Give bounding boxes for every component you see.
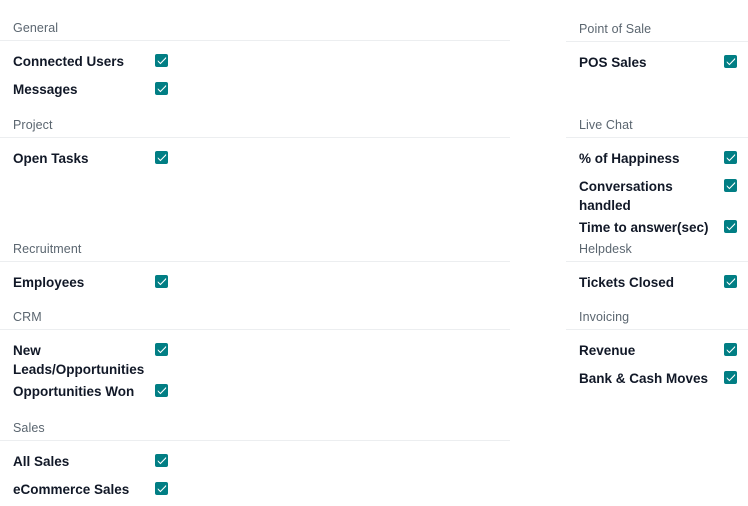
group-body-live-chat: % of Happiness Conversations handledTime … bbox=[566, 138, 748, 243]
option-checkbox-cell bbox=[155, 49, 168, 67]
group-invoicing: Invoicing Revenue Bank & Cash Moves bbox=[566, 310, 748, 394]
option-checkbox[interactable] bbox=[724, 220, 737, 233]
option-checkbox[interactable] bbox=[155, 482, 168, 495]
option-checkbox[interactable] bbox=[724, 151, 737, 164]
option-checkbox[interactable] bbox=[155, 54, 168, 67]
group-sales: Sales All Sales eCommerce Sales bbox=[0, 421, 510, 505]
option-checkbox[interactable] bbox=[724, 371, 737, 384]
group-general: General Connected Users Messages bbox=[0, 21, 510, 105]
option-checkbox[interactable] bbox=[155, 384, 168, 397]
option-label: Time to answer(sec) bbox=[579, 215, 724, 237]
option-checkbox-cell bbox=[724, 366, 737, 384]
group-title-live-chat: Live Chat bbox=[566, 118, 748, 138]
group-helpdesk: Helpdesk Tickets Closed bbox=[566, 242, 748, 298]
group-body-helpdesk: Tickets Closed bbox=[566, 262, 748, 298]
option-label: All Sales bbox=[13, 449, 155, 471]
option-checkbox-cell bbox=[155, 477, 168, 495]
option-checkbox-cell bbox=[155, 146, 168, 164]
option-label: Employees bbox=[13, 270, 155, 292]
option-label: Opportunities Won bbox=[13, 379, 155, 401]
option-checkbox-cell bbox=[724, 338, 737, 356]
option-row: eCommerce Sales bbox=[0, 477, 510, 505]
option-checkbox[interactable] bbox=[724, 275, 737, 288]
option-row: Time to answer(sec) bbox=[566, 215, 748, 243]
option-checkbox-cell bbox=[724, 174, 737, 192]
group-title-sales: Sales bbox=[0, 421, 510, 441]
option-checkbox-cell bbox=[724, 215, 737, 233]
option-label: eCommerce Sales bbox=[13, 477, 155, 499]
option-checkbox-cell bbox=[724, 146, 737, 164]
option-row: Messages bbox=[0, 77, 510, 105]
option-label: Messages bbox=[13, 77, 155, 99]
option-label: Conversations handled bbox=[579, 174, 724, 215]
option-row: Conversations handled bbox=[566, 174, 748, 215]
dashboard-options-panel: General Connected Users Messages Project Ope… bbox=[0, 0, 748, 506]
option-checkbox[interactable] bbox=[155, 275, 168, 288]
option-row: Tickets Closed bbox=[566, 270, 748, 298]
option-label: POS Sales bbox=[579, 50, 724, 72]
option-label: Open Tasks bbox=[13, 146, 155, 168]
group-title-general: General bbox=[0, 21, 510, 41]
group-title-crm: CRM bbox=[0, 310, 510, 330]
option-checkbox-cell bbox=[724, 50, 737, 68]
option-label: Revenue bbox=[579, 338, 724, 360]
group-body-sales: All Sales eCommerce Sales bbox=[0, 441, 510, 505]
group-crm: CRMNew Leads/OpportunitiesOpportunities … bbox=[0, 310, 510, 407]
group-recruitment: Recruitment Employees bbox=[0, 242, 510, 298]
group-body-general: Connected Users Messages bbox=[0, 41, 510, 105]
group-body-invoicing: Revenue Bank & Cash Moves bbox=[566, 330, 748, 394]
group-project: Project Open Tasks bbox=[0, 118, 510, 174]
option-checkbox-cell bbox=[155, 338, 168, 356]
option-row: Open Tasks bbox=[0, 146, 510, 174]
option-label: Bank & Cash Moves bbox=[579, 366, 724, 388]
option-checkbox[interactable] bbox=[724, 179, 737, 192]
option-checkbox[interactable] bbox=[155, 82, 168, 95]
option-checkbox[interactable] bbox=[724, 343, 737, 356]
option-checkbox[interactable] bbox=[155, 151, 168, 164]
option-checkbox-cell bbox=[155, 77, 168, 95]
group-body-recruitment: Employees bbox=[0, 262, 510, 298]
option-row: % of Happiness bbox=[566, 146, 748, 174]
group-body-project: Open Tasks bbox=[0, 138, 510, 174]
option-row: Connected Users bbox=[0, 49, 510, 77]
option-checkbox-cell bbox=[155, 449, 168, 467]
option-checkbox[interactable] bbox=[724, 55, 737, 68]
option-checkbox-cell bbox=[155, 270, 168, 288]
option-checkbox[interactable] bbox=[155, 454, 168, 467]
option-label: Connected Users bbox=[13, 49, 155, 71]
option-label: Tickets Closed bbox=[579, 270, 724, 292]
option-checkbox-cell bbox=[155, 379, 168, 397]
option-label: % of Happiness bbox=[579, 146, 724, 168]
group-title-project: Project bbox=[0, 118, 510, 138]
group-title-point-of-sale: Point of Sale bbox=[566, 22, 748, 42]
group-title-helpdesk: Helpdesk bbox=[566, 242, 748, 262]
option-row: POS Sales bbox=[566, 50, 748, 78]
option-checkbox[interactable] bbox=[155, 343, 168, 356]
option-row: Revenue bbox=[566, 338, 748, 366]
group-body-point-of-sale: POS Sales bbox=[566, 42, 748, 78]
group-point-of-sale: Point of Sale POS Sales bbox=[566, 22, 748, 78]
group-title-recruitment: Recruitment bbox=[0, 242, 510, 262]
option-row: Opportunities Won bbox=[0, 379, 510, 407]
option-checkbox-cell bbox=[724, 270, 737, 288]
group-title-invoicing: Invoicing bbox=[566, 310, 748, 330]
option-row: All Sales bbox=[0, 449, 510, 477]
option-row: New Leads/Opportunities bbox=[0, 338, 510, 379]
option-row: Employees bbox=[0, 270, 510, 298]
option-row: Bank & Cash Moves bbox=[566, 366, 748, 394]
option-label: New Leads/Opportunities bbox=[13, 338, 155, 379]
group-body-crm: New Leads/OpportunitiesOpportunities Won bbox=[0, 330, 510, 407]
group-live-chat: Live Chat % of Happiness Conversations han… bbox=[566, 118, 748, 243]
